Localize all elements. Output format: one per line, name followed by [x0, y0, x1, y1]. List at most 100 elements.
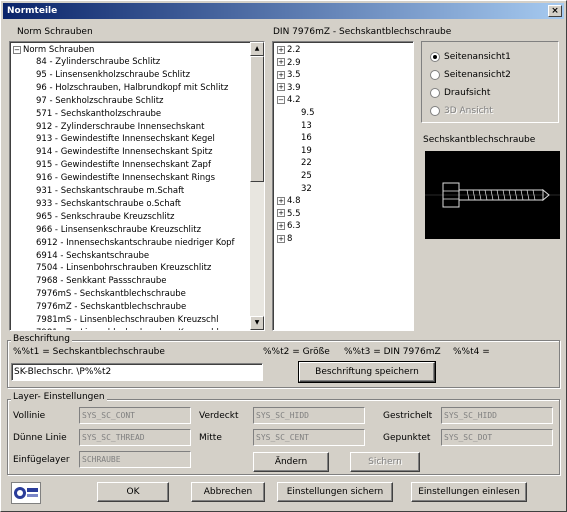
close-button[interactable]: ×	[548, 5, 562, 17]
size-tree-item-label: 16	[301, 133, 312, 144]
normteile-dialog: Normteile × Norm Schrauben − Norm Schraub…	[0, 0, 567, 512]
cancel-button[interactable]: Abbrechen	[191, 482, 265, 502]
norm-list-item[interactable]: 6912 - Innensechskantschraube niedriger …	[36, 237, 235, 249]
size-tree-item[interactable]: +6.3	[277, 220, 301, 232]
beschriftung-label: Beschriftung	[11, 334, 72, 344]
expand-icon[interactable]: +	[277, 196, 285, 205]
einfuegelayer-field[interactable]: SCHRAUBE	[79, 451, 191, 468]
gestrichelt-label: Gestrichelt	[383, 411, 433, 421]
scroll-down-icon[interactable]: ▼	[250, 316, 264, 330]
collapse-icon[interactable]: −	[277, 95, 285, 104]
preview-image	[425, 151, 560, 239]
size-tree-item[interactable]: 9.5	[301, 107, 315, 119]
size-tree-item-label: 32	[301, 183, 312, 194]
view-radio-label[interactable]: Seitenansicht2	[444, 69, 511, 81]
size-tree-item[interactable]: 32	[301, 183, 312, 195]
size-tree-item-label: 22	[301, 158, 312, 169]
size-tree-item[interactable]: +4.8	[277, 195, 301, 207]
size-tree-item[interactable]: +3.5	[277, 69, 301, 81]
norm-list-item[interactable]: 965 - Senkschraube Kreuzschlitz	[36, 211, 175, 223]
norm-list-item[interactable]: 571 - Sechskantholzschraube	[36, 108, 161, 120]
beschriftung-save-button[interactable]: Beschriftung speichern	[298, 361, 436, 383]
gestrichelt-field[interactable]: SYS_SC_HIDD	[441, 407, 553, 424]
size-tree[interactable]: +2.2 +2.9 +3.5 +3.9−4.2 9.5 13 16 19 22 25 32 +4.8 +…	[272, 41, 414, 331]
mitte-label: Mitte	[199, 433, 222, 443]
size-tree-item[interactable]: 16	[301, 132, 312, 144]
t3-label: %%t3 = DIN 7976mZ	[344, 347, 441, 357]
norm-list-item[interactable]: 6914 - Sechskantschraube	[36, 250, 149, 262]
layer-group-label: Layer- Einstellungen	[11, 392, 107, 402]
scroll-up-icon[interactable]: ▲	[250, 42, 264, 56]
expand-icon[interactable]: +	[277, 45, 285, 54]
size-tree-item-label: 19	[301, 145, 312, 156]
view-radio-3[interactable]	[430, 88, 440, 98]
size-tree-item[interactable]: 22	[301, 157, 312, 169]
size-tree-item-label: 3.5	[287, 70, 301, 81]
size-tree-item[interactable]: 19	[301, 145, 312, 157]
load-settings-button[interactable]: Einstellungen einlesen	[411, 482, 527, 502]
norm-list-item[interactable]: 84 - Zylinderschraube Schlitz	[36, 56, 160, 68]
view-radio-label: 3D Ansicht	[444, 106, 493, 116]
size-tree-item[interactable]: +2.9	[277, 57, 301, 69]
view-radio-label[interactable]: Seitenansicht1	[444, 51, 511, 63]
duenne-linie-field[interactable]: SYS_SC_THREAD	[79, 429, 191, 446]
preview-title: Sechskantblechschraube	[423, 135, 536, 145]
ok-button[interactable]: OK	[97, 482, 169, 502]
mitte-field[interactable]: SYS_SC_CENT	[253, 429, 365, 446]
norm-list-item[interactable]: 916 - Gewindestifte Innensechskant Rings	[36, 172, 215, 184]
norm-list-item[interactable]: 7976mZ - Sechskantblechschraube	[36, 301, 186, 313]
beschriftung-input[interactable]: SK-Blechschr. \P%%t2	[11, 363, 263, 381]
din-heading: DIN 7976mZ - Sechskantblechschraube	[273, 27, 452, 37]
norm-list-item[interactable]: 7504 - Linsenbohrschrauben Kreuzschlitz	[36, 262, 211, 274]
save-settings-button[interactable]: Einstellungen sichern	[277, 482, 393, 502]
view-radio-1[interactable]	[430, 52, 440, 62]
norm-list-item[interactable]: 7981mS - Linsenblechschrauben Kreuzschl	[36, 314, 218, 326]
norm-list-item[interactable]: 914 - Gewindestifte Innensechskant Spitz	[36, 146, 212, 158]
norm-list-item[interactable]: 7976mS - Sechskantblechschraube	[36, 288, 186, 300]
norm-list-scrollbar[interactable]: ▲ ▼	[250, 42, 264, 330]
verdeckt-field[interactable]: SYS_SC_HIDD	[253, 407, 365, 424]
vollinie-field[interactable]: SYS_SC_CONT	[79, 407, 191, 424]
size-tree-item[interactable]: 13	[301, 120, 312, 132]
einfuegelayer-label: Einfügelayer	[13, 455, 70, 465]
size-tree-item[interactable]: +5.5	[277, 208, 301, 220]
verdeckt-label: Verdeckt	[199, 411, 239, 421]
tree-root[interactable]: − Norm Schrauben	[13, 44, 94, 56]
size-tree-item[interactable]: +8	[277, 233, 292, 245]
norm-list-item[interactable]: 966 - Linsensenkschraube Kreuzschlitz	[36, 224, 201, 236]
view-radio-label[interactable]: Draufsicht	[444, 87, 490, 99]
title-bar: Normteile ×	[3, 3, 564, 19]
aendern-button[interactable]: Ändern	[253, 452, 329, 472]
norm-list-item[interactable]: 97 - Senkholzschraube Schlitz	[36, 95, 164, 107]
norm-list-item[interactable]: 96 - Holzschrauben, Halbrundkopf mit Sch…	[36, 82, 228, 94]
norm-list[interactable]: − Norm Schrauben 84 - Zylinderschraube Sc…	[9, 41, 265, 331]
size-tree-item[interactable]: 25	[301, 170, 312, 182]
view-radio-2[interactable]	[430, 70, 440, 80]
norm-list-item[interactable]: 912 - Zylinderschraube Innensechskant	[36, 121, 204, 133]
screw-preview-icon	[425, 182, 560, 208]
size-tree-item[interactable]: +3.9	[277, 82, 301, 94]
gepunktet-field[interactable]: SYS_SC_DOT	[441, 429, 553, 446]
size-tree-item[interactable]: +2.2	[277, 44, 301, 56]
t2-label: %%t2 = Größe	[263, 347, 330, 357]
norm-list-item[interactable]: 95 - Linsensenkholzschraube Schlitz	[36, 69, 190, 81]
expand-icon[interactable]: +	[277, 70, 285, 79]
expand-icon[interactable]: +	[277, 234, 285, 243]
norm-list-item[interactable]: 913 - Gewindestifte Innensechskant Kegel	[36, 133, 215, 145]
expand-icon[interactable]: +	[277, 58, 285, 67]
expand-icon[interactable]: +	[277, 83, 285, 92]
norm-list-item[interactable]: 7968 - Senkkant Passschraube	[36, 275, 166, 287]
norm-list-item[interactable]: 7981mZ - Linsenblechschrauben Kreuzschl	[36, 327, 219, 330]
norm-list-item[interactable]: 933 - Sechskantschraube o.Schaft	[36, 198, 181, 210]
size-tree-item[interactable]: −4.2	[277, 94, 301, 106]
vollinie-label: Vollinie	[13, 411, 46, 421]
t4-label: %%t4 =	[453, 347, 490, 357]
collapse-icon[interactable]: −	[13, 45, 21, 54]
size-tree-item-label: 8	[287, 234, 293, 244]
expand-icon[interactable]: +	[277, 221, 285, 230]
sichern-button[interactable]: Sichern	[350, 452, 420, 472]
norm-list-item[interactable]: 915 - Gewindestifte Innensechskant Zapf	[36, 159, 211, 171]
scroll-thumb[interactable]	[250, 56, 264, 182]
norm-list-item[interactable]: 931 - Sechskantschraube m.Schaft	[36, 185, 184, 197]
expand-icon[interactable]: +	[277, 209, 285, 218]
